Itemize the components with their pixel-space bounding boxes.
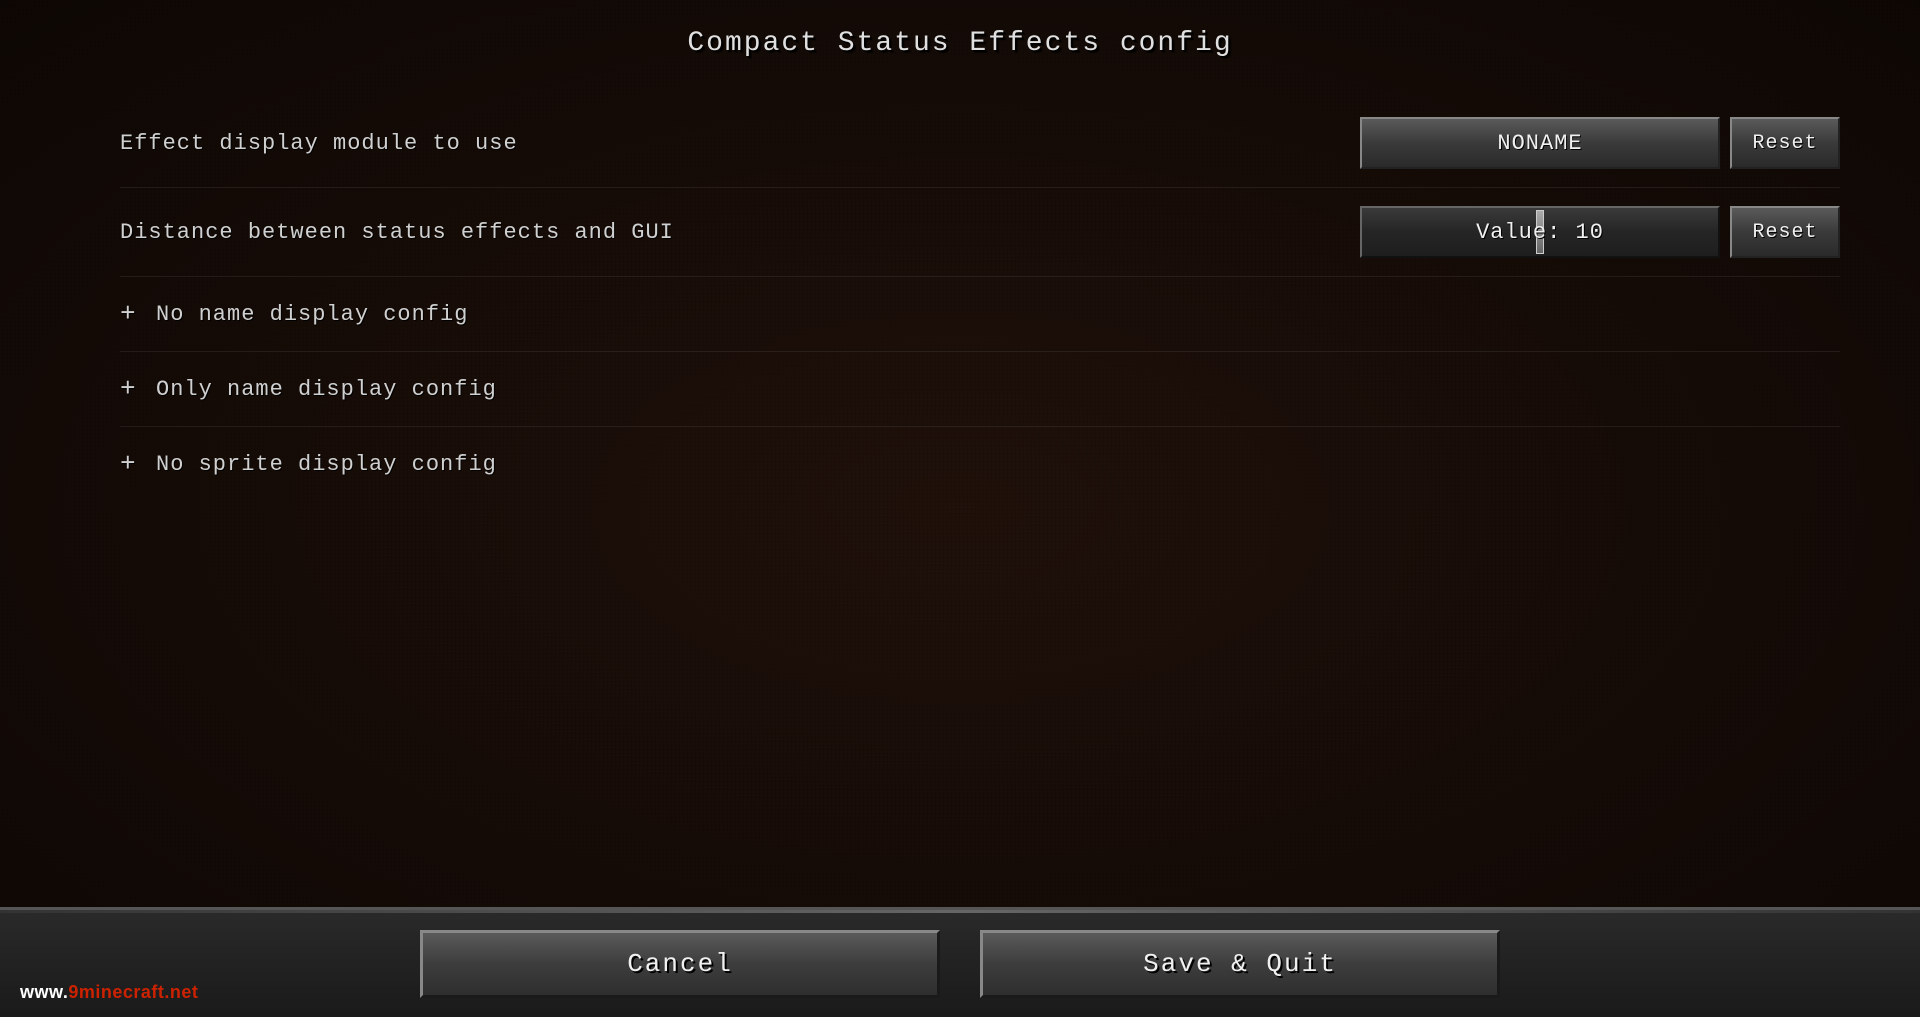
distance-slider[interactable]: Value: 10 [1360, 206, 1720, 258]
distance-between-label: Distance between status effects and GUI [120, 220, 674, 245]
no-name-display-section[interactable]: + No name display config [120, 277, 1840, 351]
cancel-button[interactable]: Cancel [420, 930, 940, 998]
page-title: Compact Status Effects config [687, 28, 1232, 59]
effect-display-module-controls: NONAME Reset [1360, 117, 1840, 169]
no-sprite-plus-icon: + [120, 449, 140, 479]
effect-display-module-dropdown[interactable]: NONAME [1360, 117, 1720, 169]
bottom-bar: Cancel Save & Quit www.9minecraft.net [0, 907, 1920, 1017]
only-name-display-section[interactable]: + Only name display config [120, 352, 1840, 426]
effect-display-module-row: Effect display module to use NONAME Rese… [120, 99, 1840, 187]
effect-display-module-label: Effect display module to use [120, 131, 518, 156]
distance-between-row: Distance between status effects and GUI … [120, 188, 1840, 276]
no-name-plus-icon: + [120, 299, 140, 329]
no-sprite-display-section[interactable]: + No sprite display config [120, 427, 1840, 501]
watermark: www.9minecraft.net [20, 982, 198, 1003]
slider-value: Value: 10 [1476, 220, 1604, 245]
watermark-www: www. [20, 982, 68, 1002]
watermark-brand: 9minecraft.net [68, 982, 198, 1002]
distance-between-controls: Value: 10 Reset [1360, 206, 1840, 258]
watermark-text: www.9minecraft.net [20, 982, 198, 1003]
save-quit-button[interactable]: Save & Quit [980, 930, 1500, 998]
only-name-plus-icon: + [120, 374, 140, 404]
no-sprite-display-label: No sprite display config [156, 452, 497, 477]
title-area: Compact Status Effects config [0, 0, 1920, 79]
distance-reset[interactable]: Reset [1730, 206, 1840, 258]
main-container: Compact Status Effects config Effect dis… [0, 0, 1920, 1017]
only-name-display-label: Only name display config [156, 377, 497, 402]
effect-display-module-reset[interactable]: Reset [1730, 117, 1840, 169]
no-name-display-label: No name display config [156, 302, 468, 327]
content-area: Effect display module to use NONAME Rese… [0, 79, 1920, 907]
